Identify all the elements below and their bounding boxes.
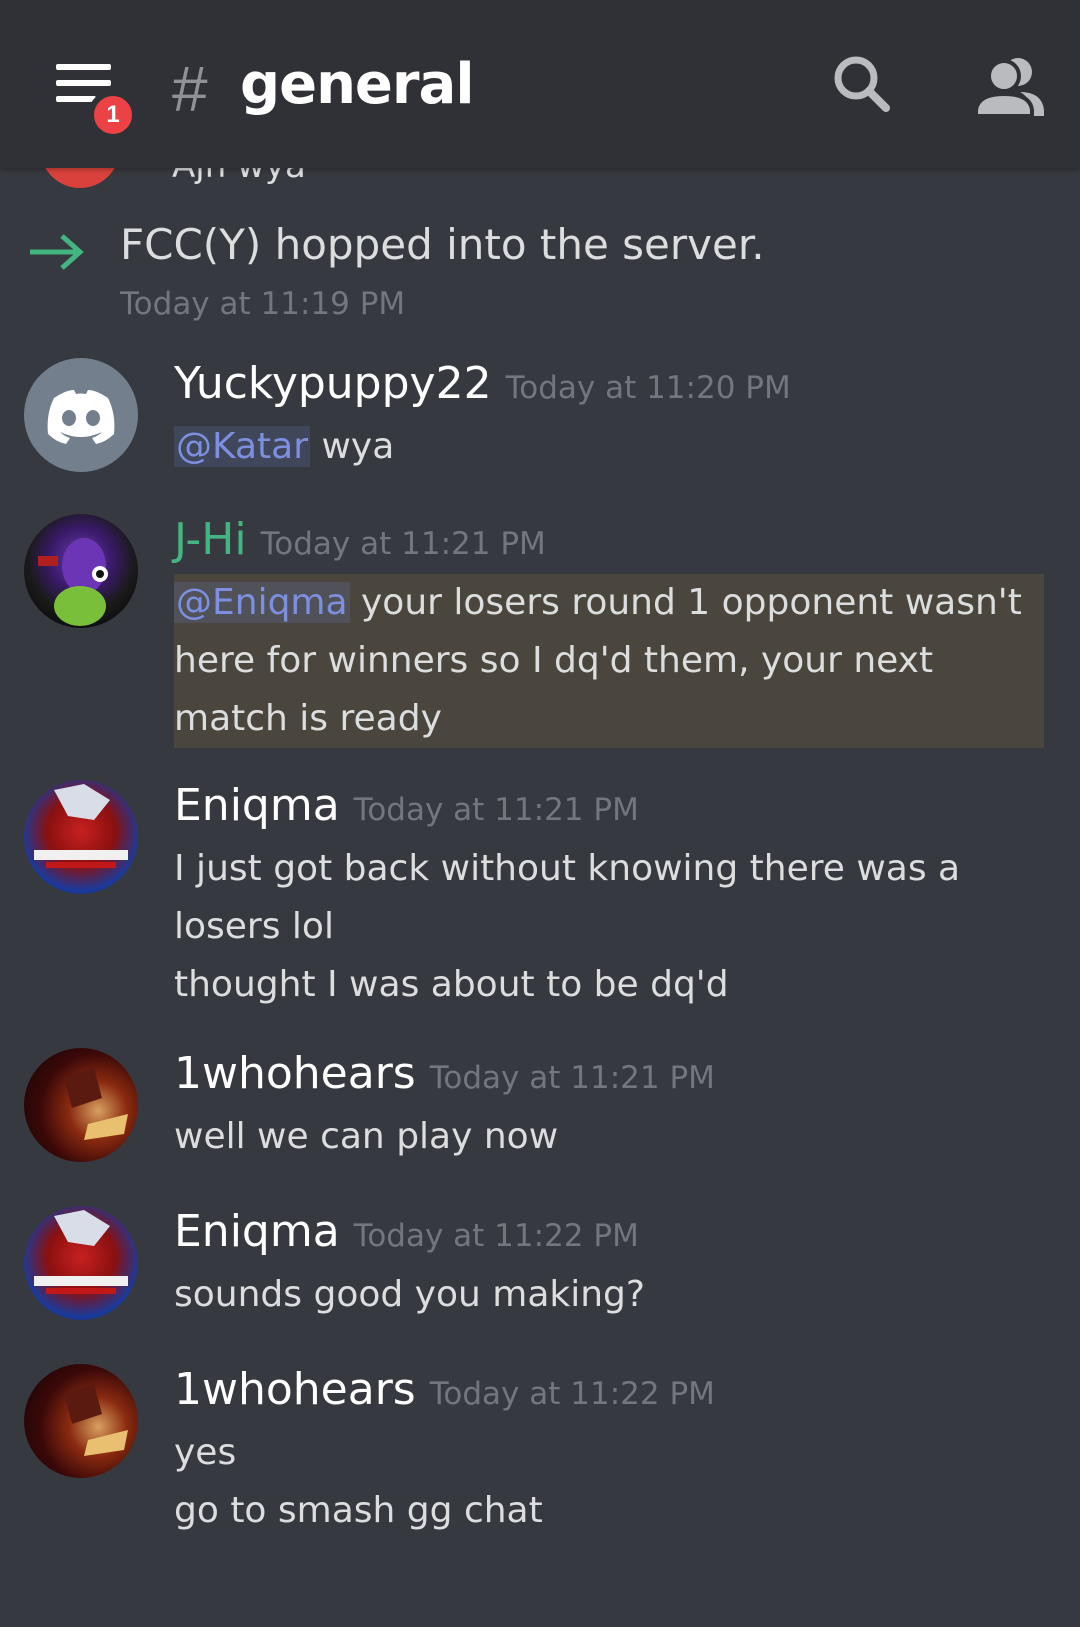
channel-title: general (240, 52, 475, 117)
notification-badge: 1 (88, 90, 138, 140)
avatar[interactable] (24, 1206, 138, 1320)
message-text: go to smash gg chat (174, 1490, 543, 1531)
avatar-image (38, 538, 108, 626)
avatar[interactable] (24, 358, 138, 472)
avatar[interactable] (40, 168, 120, 188)
author-name[interactable]: Eniqma (174, 780, 340, 831)
members-icon (974, 58, 1044, 118)
user-mention[interactable]: @Eniqma (174, 582, 350, 623)
message-timestamp: Today at 11:21 PM (353, 792, 639, 828)
avatar[interactable] (24, 1048, 138, 1162)
search-button[interactable] (830, 52, 900, 122)
avatar[interactable] (24, 514, 138, 628)
discord-logo-icon (47, 390, 115, 444)
message-header: Eniqma Today at 11:22 PM (174, 1206, 639, 1257)
message-header: J-Hi Today at 11:21 PM (174, 514, 546, 565)
avatar-image (64, 1384, 128, 1456)
channel-hash-icon: # (172, 53, 208, 125)
message-content: @Katar wya (174, 418, 1044, 476)
message-header: Eniqma Today at 11:21 PM (174, 780, 639, 831)
author-name[interactable]: J-Hi (174, 514, 247, 565)
avatar-image (34, 784, 128, 868)
message-timestamp: Today at 11:21 PM (260, 526, 546, 562)
message-header: Yuckypuppy22 Today at 11:20 PM (174, 358, 791, 409)
join-text: FCC(Y) hopped into the server. (120, 220, 765, 269)
channel-header: 1 # general (0, 0, 1080, 168)
author-name[interactable]: Eniqma (174, 1206, 340, 1257)
message-content: yes go to smash gg chat (174, 1424, 1044, 1540)
message-content: well we can play now (174, 1108, 1044, 1166)
message-timestamp: Today at 11:22 PM (429, 1376, 715, 1412)
message-text: I just got back without knowing there wa… (174, 848, 961, 947)
search-icon (834, 56, 890, 112)
message-content-highlighted: @Eniqma your losers round 1 opponent was… (174, 574, 1044, 748)
avatar[interactable] (24, 1364, 138, 1478)
author-name[interactable]: 1whohears (174, 1364, 416, 1415)
user-mention[interactable]: @Katar (174, 426, 311, 467)
avatar-image (34, 1210, 128, 1294)
avatar[interactable] (24, 780, 138, 894)
message-header: 1whohears Today at 11:21 PM (174, 1048, 715, 1099)
message-text: yes (174, 1432, 237, 1473)
hamburger-icon-bar (56, 80, 111, 86)
author-name[interactable]: Yuckypuppy22 (174, 358, 492, 409)
avatar-image (64, 1068, 128, 1140)
join-timestamp: Today at 11:19 PM (120, 286, 406, 322)
message-text: sounds good you making? (174, 1274, 646, 1315)
message-timestamp: Today at 11:21 PM (429, 1060, 715, 1096)
hamburger-icon (56, 64, 111, 70)
menu-button[interactable]: 1 (52, 58, 138, 140)
message-text: Ajh wya (172, 168, 306, 186)
author-name[interactable]: 1whohears (174, 1048, 416, 1099)
message-text: thought I was about to be dq'd (174, 964, 729, 1005)
message-header: 1whohears Today at 11:22 PM (174, 1364, 715, 1415)
message-text: wya (310, 426, 395, 467)
message-timestamp: Today at 11:20 PM (505, 370, 791, 406)
join-arrow-icon (30, 234, 84, 270)
message-content: I just got back without knowing there wa… (174, 840, 1044, 1014)
member-list-button[interactable] (972, 52, 1048, 122)
message-text: well we can play now (174, 1116, 559, 1157)
hamburger-icon-bar (56, 96, 96, 102)
message-timestamp: Today at 11:22 PM (353, 1218, 639, 1254)
message-content: sounds good you making? (174, 1266, 1044, 1324)
message-list[interactable]: Ajh wya FCC(Y) hopped into the server. T… (0, 168, 1080, 1627)
